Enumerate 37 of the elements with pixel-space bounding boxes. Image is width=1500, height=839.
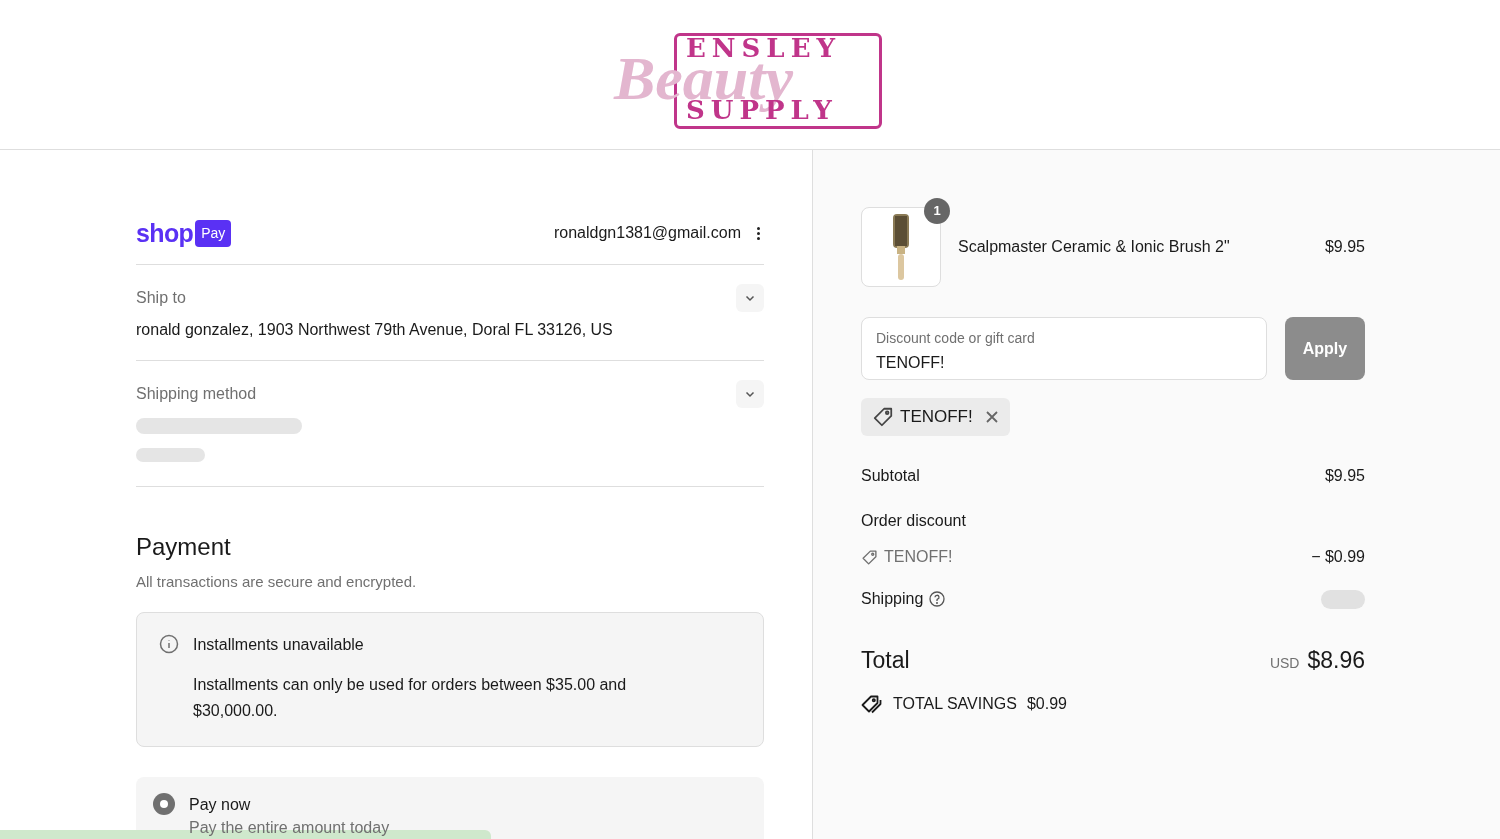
help-icon[interactable] [929, 591, 946, 607]
section-label: Ship to [136, 288, 186, 308]
product-price: $9.95 [1324, 237, 1365, 257]
subtotal-label: Subtotal [861, 466, 920, 486]
chevron-down-icon[interactable] [736, 284, 764, 312]
notice-title: Installments unavailable [193, 634, 365, 655]
subtotal-value: $9.95 [1324, 466, 1365, 486]
account-email: ronaldgn1381@gmail.com [554, 223, 741, 243]
chevron-down-icon[interactable] [736, 380, 764, 408]
tag-icon [861, 548, 878, 566]
payment-heading: Payment [136, 532, 232, 562]
tags-icon [861, 693, 883, 714]
close-icon[interactable] [984, 410, 999, 424]
option-label: Pay now [189, 794, 252, 815]
savings-value: $0.99 [1026, 693, 1067, 714]
quantity-badge: 1 [924, 198, 950, 224]
discount-code: TENOFF! [884, 547, 953, 567]
section-label: Shipping method [136, 384, 257, 404]
info-icon [159, 633, 179, 654]
payment-subtitle: All transactions are secure and encrypted. [136, 572, 418, 592]
loading-placeholder [136, 448, 205, 462]
discount-code: TENOFF! [900, 406, 973, 429]
shop-pay-logo: shop Pay [136, 219, 232, 247]
total-label: Total [861, 646, 910, 675]
product-name: Scalpmaster Ceramic & Ionic Brush 2" [958, 237, 1231, 257]
shipping-address: ronald gonzalez, 1903 Northwest 79th Avenue, Doral FL 33126, US [136, 320, 614, 340]
radio-button[interactable] [153, 792, 175, 815]
savings-label: TOTAL SAVINGS [893, 693, 1017, 714]
shipping-label: Shipping [861, 589, 924, 609]
total-value: $8.96 [1307, 646, 1365, 675]
order-discount-label: Order discount [861, 511, 967, 531]
notice-text: Installments can only be used for orders between $35.00 and $30,000.00. [193, 674, 628, 721]
currency-code: USD [1269, 654, 1300, 673]
payment-option[interactable]: Pay now Pay the entire amount today [136, 776, 764, 839]
option-description: Pay the entire amount today [189, 818, 390, 837]
discount-value: − $0.99 [1311, 547, 1365, 567]
tag-icon [872, 406, 894, 428]
